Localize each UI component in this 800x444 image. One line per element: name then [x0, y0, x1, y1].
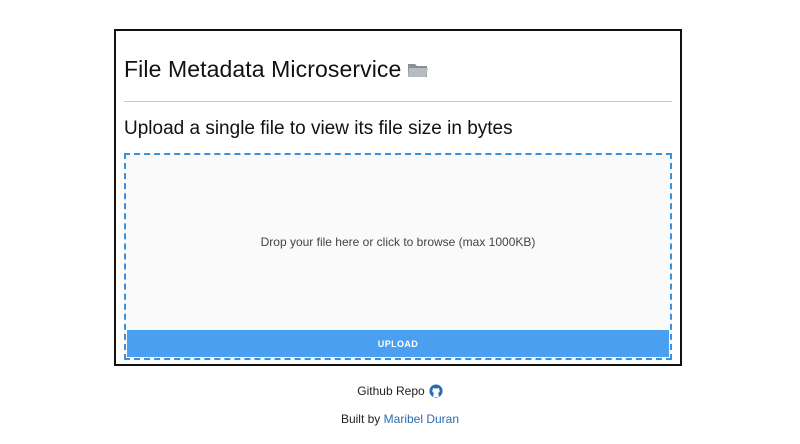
page-title: File Metadata Microservice	[124, 56, 402, 82]
author-link[interactable]: Maribel Duran	[384, 412, 459, 426]
title-divider	[124, 101, 672, 102]
built-by-label: Built by	[340, 412, 381, 426]
github-repo-label: Github Repo	[357, 384, 425, 398]
footer-credit: Built by Maribel Duran	[0, 412, 800, 426]
github-repo-link[interactable]: Github Repo	[0, 384, 800, 398]
folder-icon	[407, 59, 429, 81]
upload-button[interactable]: UPLOAD	[127, 330, 669, 357]
main-card: File Metadata Microservice Upload a sing…	[114, 29, 682, 366]
file-dropzone[interactable]: Drop your file here or click to browse (…	[124, 153, 672, 360]
github-icon[interactable]	[429, 384, 443, 398]
title-row: File Metadata Microservice	[124, 56, 429, 83]
dropzone-text: Drop your file here or click to browse (…	[260, 235, 536, 249]
page-subtitle: Upload a single file to view its file si…	[124, 118, 513, 139]
